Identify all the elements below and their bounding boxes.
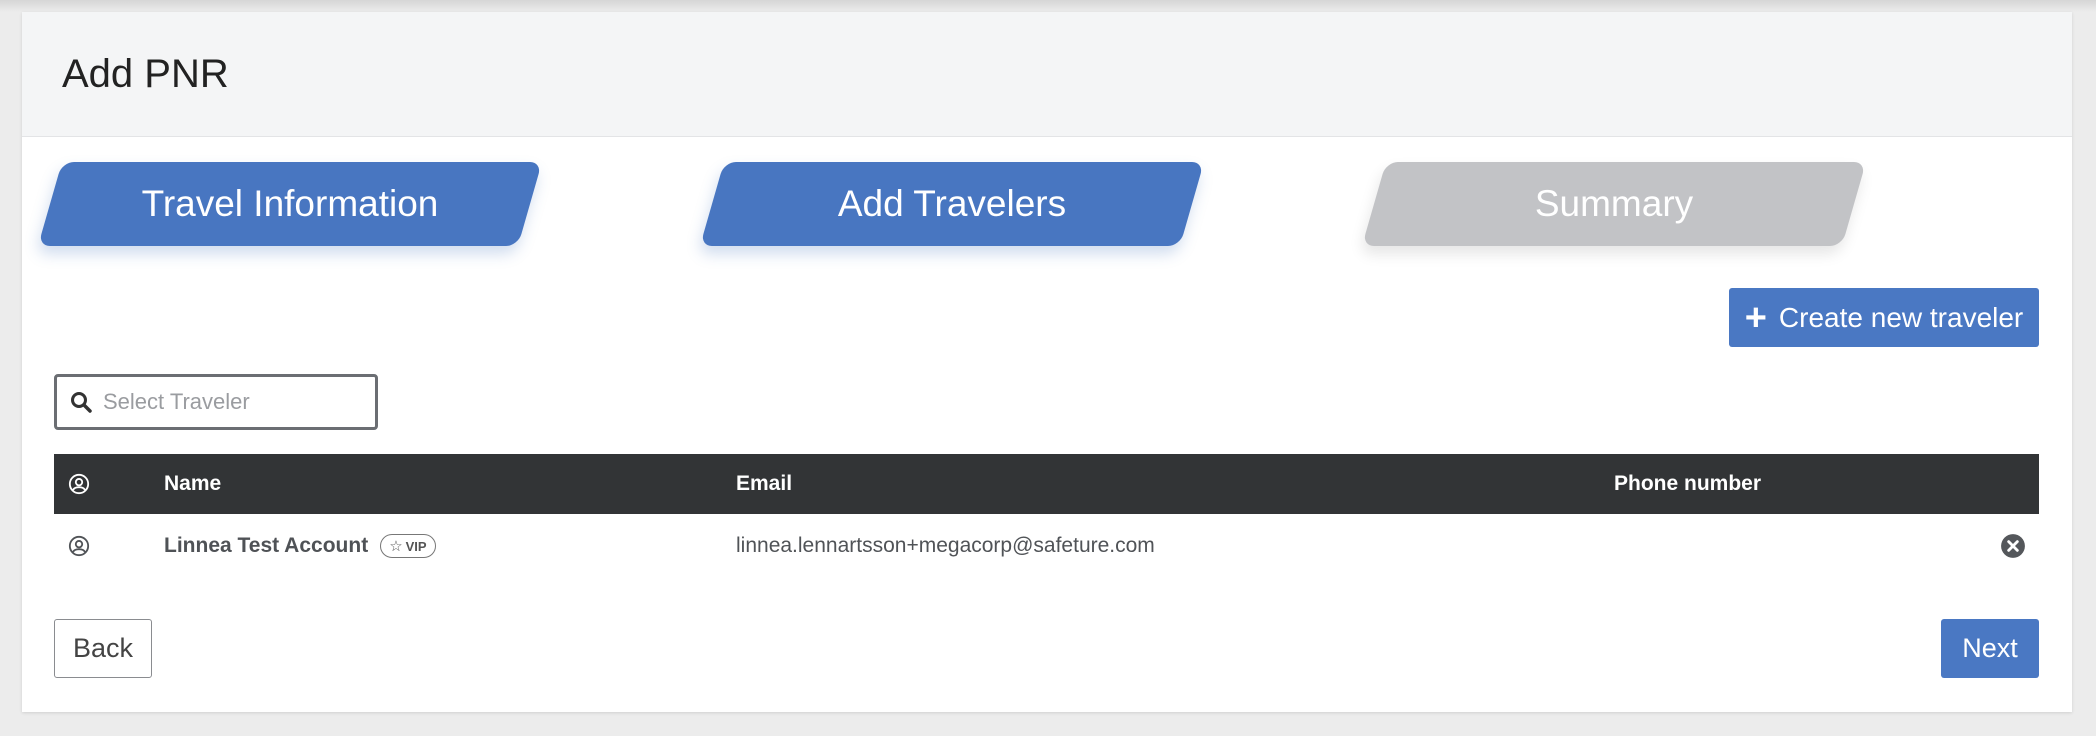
traveler-name-cell: Linnea Test Account ☆ VIP	[164, 514, 436, 578]
wizard-steps: Travel Information Add Travelers Summary	[22, 12, 2072, 262]
vip-badge: ☆ VIP	[380, 534, 436, 558]
plus-icon: +	[1744, 296, 1767, 339]
step-label: Travel Information	[141, 183, 439, 224]
user-circle-icon	[68, 473, 90, 495]
user-circle-icon	[68, 535, 90, 557]
remove-traveler-button[interactable]	[2000, 514, 2026, 578]
row-user-icon-cell	[68, 514, 90, 578]
next-button[interactable]: Next	[1941, 619, 2039, 678]
step-summary[interactable]: Summary	[1361, 162, 1867, 246]
select-traveler-search[interactable]	[54, 374, 378, 430]
step-label: Add Travelers	[837, 183, 1067, 224]
search-icon	[71, 392, 92, 413]
header-user-icon-cell	[68, 454, 90, 514]
step-label: Summary	[1534, 183, 1694, 224]
create-new-traveler-button[interactable]: + Create new traveler	[1729, 288, 2039, 347]
step-travel-information[interactable]: Travel Information	[37, 162, 543, 246]
column-header-name[interactable]: Name	[164, 454, 221, 514]
column-header-email[interactable]: Email	[736, 454, 792, 514]
select-traveler-input[interactable]	[103, 389, 353, 415]
top-shadow	[0, 0, 2096, 12]
step-add-travelers[interactable]: Add Travelers	[699, 162, 1205, 246]
table-header: Name Email Phone number	[54, 454, 2039, 514]
travelers-table: Name Email Phone number Linnea Test Acco…	[54, 454, 2039, 578]
vip-badge-label: VIP	[405, 538, 427, 554]
table-row: Linnea Test Account ☆ VIP linnea.lennart…	[54, 514, 2039, 578]
create-new-traveler-label: Create new traveler	[1778, 301, 2024, 333]
column-header-phone[interactable]: Phone number	[1614, 454, 1761, 514]
close-circle-icon	[2001, 534, 2025, 558]
back-button[interactable]: Back	[54, 619, 152, 678]
star-icon: ☆	[389, 538, 403, 555]
add-pnr-card: Add PNR Travel Information Add Travelers…	[22, 12, 2072, 712]
traveler-email: linnea.lennartsson+megacorp@safeture.com	[736, 534, 1155, 557]
traveler-name: Linnea Test Account	[164, 534, 369, 557]
